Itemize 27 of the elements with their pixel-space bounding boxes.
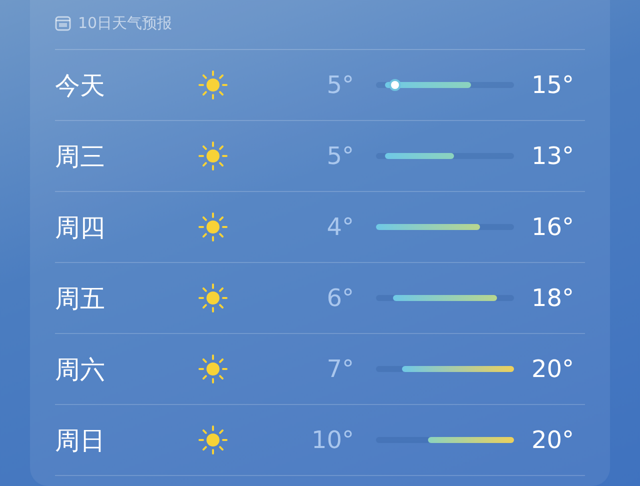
- calendar-icon: [55, 16, 71, 31]
- high-temperature: 15°: [530, 71, 574, 99]
- low-temperature: 10°: [310, 426, 355, 454]
- day-label: 周六: [55, 354, 106, 386]
- sun-icon: [198, 141, 228, 171]
- sun-icon: [198, 354, 228, 384]
- low-temperature: 6°: [326, 284, 355, 312]
- low-temperature: 5°: [326, 142, 355, 170]
- sun-icon: [198, 212, 228, 242]
- high-temperature: 20°: [530, 355, 574, 383]
- high-temperature: 13°: [530, 142, 574, 170]
- day-label: 周三: [55, 140, 106, 172]
- sun-icon: [198, 70, 228, 100]
- sun-icon: [198, 283, 228, 313]
- day-label: 周四: [55, 212, 106, 244]
- forecast-title: 10日天气预报: [78, 14, 172, 33]
- day-label: 周日: [55, 424, 106, 456]
- high-temperature: 18°: [530, 284, 574, 312]
- low-temperature: 5°: [326, 71, 355, 99]
- day-label: 周五: [55, 282, 106, 314]
- day-label: 今天: [55, 70, 106, 102]
- low-temperature: 4°: [326, 213, 355, 241]
- low-temperature: 7°: [326, 355, 355, 383]
- sun-icon: [198, 425, 228, 455]
- high-temperature: 16°: [530, 213, 574, 241]
- high-temperature: 20°: [530, 426, 574, 454]
- temperature-range-bar: [384, 153, 454, 159]
